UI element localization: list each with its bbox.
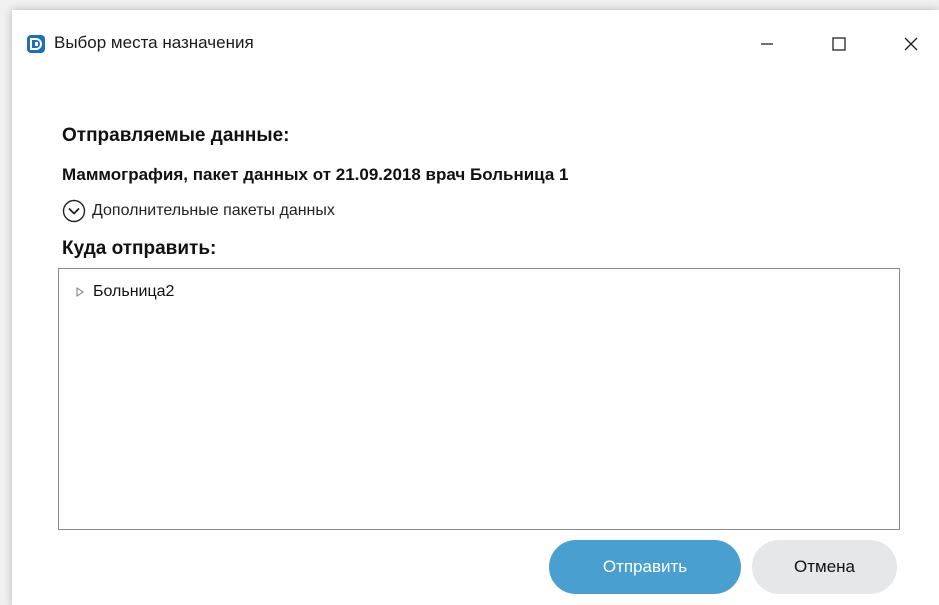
minimize-icon — [761, 43, 773, 45]
maximize-icon — [832, 37, 846, 51]
tree-item-hospital2[interactable]: Больница2 — [75, 281, 174, 303]
close-icon — [904, 37, 918, 51]
maximize-button[interactable] — [816, 24, 862, 64]
cancel-button[interactable]: Отмена — [752, 540, 897, 594]
sent-data-heading: Отправляемые данные: — [62, 125, 290, 146]
package-description: Маммография, пакет данных от 21.09.2018 … — [62, 165, 569, 184]
title-bar: Выбор места назначения — [12, 10, 939, 74]
minimize-button[interactable] — [744, 24, 790, 64]
destination-tree[interactable]: Больница2 — [58, 268, 900, 530]
more-packages-label: Дополнительные пакеты данных — [92, 202, 335, 219]
send-button[interactable]: Отправить — [549, 540, 741, 594]
expand-arrow-icon[interactable] — [75, 287, 85, 297]
window-title: Выбор места назначения — [54, 33, 254, 52]
chevron-down-circle-icon — [62, 199, 86, 223]
tree-item-label: Больница2 — [93, 283, 175, 300]
dialog-window: Выбор места назначения Отправляемые данн… — [12, 10, 939, 605]
destination-heading: Куда отправить: — [62, 238, 217, 259]
app-logo-icon — [27, 35, 45, 53]
close-button[interactable] — [888, 24, 934, 64]
more-packages-expander[interactable]: Дополнительные пакеты данных — [62, 198, 335, 224]
